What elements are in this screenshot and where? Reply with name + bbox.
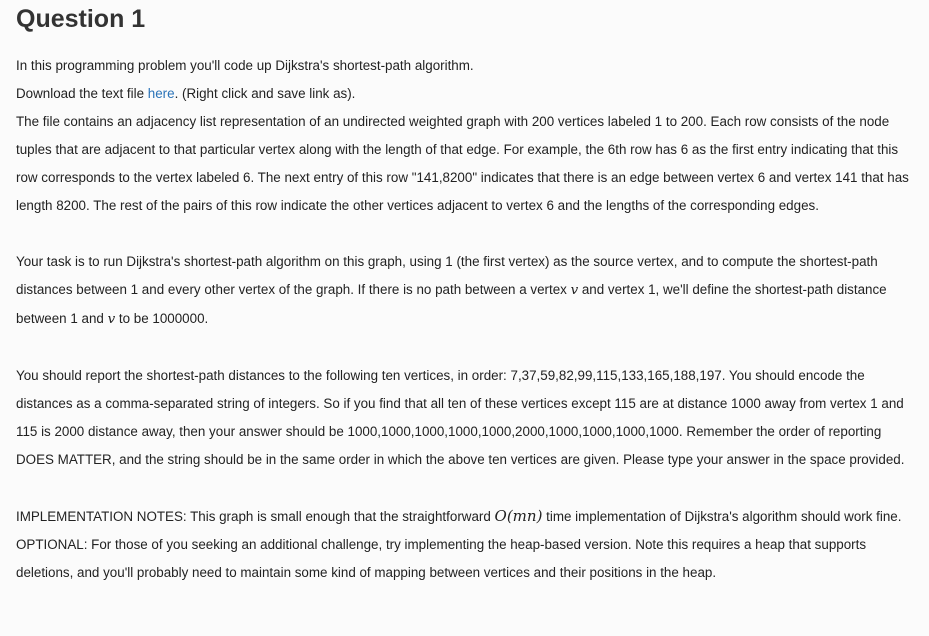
intro-paragraph: In this programming problem you'll code … — [16, 58, 474, 73]
task-paragraph: Your task is to run Dijkstra's shortest-… — [16, 248, 916, 334]
report-paragraph: You should report the shortest-path dist… — [16, 368, 905, 467]
question-body: In this programming problem you'll code … — [16, 52, 916, 587]
download-suffix: . (Right click and save link as). — [174, 86, 356, 101]
implementation-notes-paragraph: IMPLEMENTATION NOTES: This graph is smal… — [16, 502, 916, 587]
download-link[interactable]: here — [148, 86, 175, 101]
impl-text-1: IMPLEMENTATION NOTES: This graph is smal… — [16, 509, 495, 524]
task-variable-v: v — [570, 283, 579, 298]
task-text-3: to be 1000000. — [115, 311, 209, 326]
complexity-formula: O(mn) — [494, 507, 543, 525]
question-title: Question 1 — [16, 5, 146, 33]
question-panel: Question 1 In this programming problem y… — [0, 0, 929, 636]
download-paragraph: Download the text file here. (Right clic… — [16, 80, 916, 108]
download-prefix: Download the text file — [16, 86, 148, 101]
file-description-paragraph: The file contains an adjacency list repr… — [16, 114, 909, 213]
